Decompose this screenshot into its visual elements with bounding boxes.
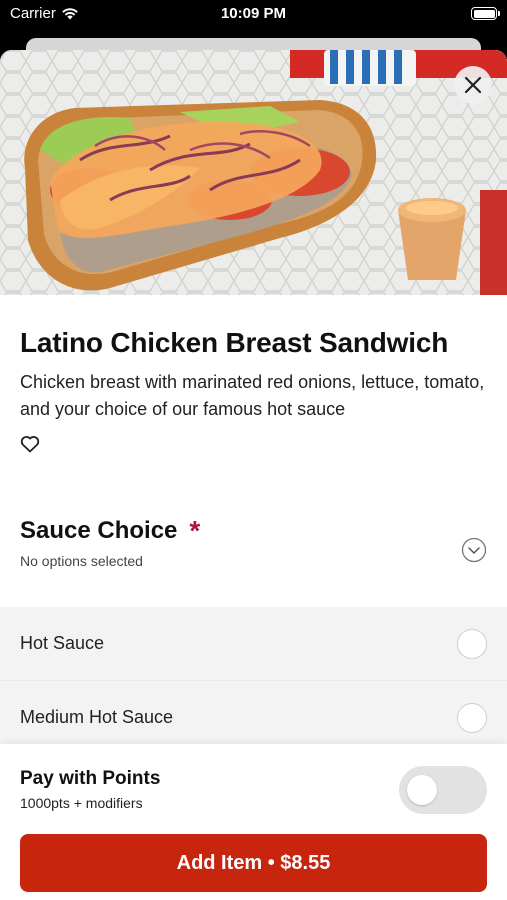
chevron-down-circle-icon bbox=[461, 537, 487, 563]
close-icon bbox=[464, 76, 482, 94]
order-footer: Pay with Points 1000pts + modifiers Add … bbox=[0, 744, 507, 900]
collapse-toggle[interactable] bbox=[461, 537, 487, 563]
item-description: Chicken breast with marinated red onions… bbox=[20, 372, 485, 419]
radio-icon[interactable] bbox=[457, 629, 487, 659]
pay-with-points-toggle[interactable] bbox=[399, 766, 487, 814]
sauce-choice-status: No options selected bbox=[20, 553, 143, 569]
add-item-button[interactable]: Add Item • $8.55 bbox=[20, 834, 487, 892]
sauce-choice-label: Sauce Choice bbox=[20, 517, 178, 544]
required-indicator: * bbox=[189, 515, 201, 546]
option-label: Medium Hot Sauce bbox=[20, 707, 174, 727]
heart-icon bbox=[20, 436, 40, 453]
item-title: Latino Chicken Breast Sandwich bbox=[20, 327, 449, 358]
pay-with-points-cost: 1000pts + modifiers bbox=[20, 795, 143, 811]
sauce-choice-header[interactable]: Sauce Choice * No options selected bbox=[20, 517, 487, 587]
status-bar: Carrier 10:09 PM bbox=[0, 0, 507, 30]
sauce-options-list: Hot Sauce Medium Hot Sauce bbox=[0, 607, 507, 757]
battery-icon bbox=[471, 7, 500, 20]
sauce-option-hot[interactable]: Hot Sauce bbox=[0, 607, 507, 681]
option-label: Hot Sauce bbox=[20, 633, 105, 653]
clock: 10:09 PM bbox=[220, 5, 287, 22]
pay-with-points-title: Pay with Points bbox=[20, 768, 161, 789]
radio-icon[interactable] bbox=[457, 703, 487, 733]
item-photo bbox=[0, 50, 507, 295]
sauce-choice-title: Sauce Choice * bbox=[20, 517, 487, 545]
toggle-knob bbox=[407, 775, 437, 805]
favorite-button[interactable] bbox=[20, 435, 42, 457]
close-button[interactable] bbox=[454, 66, 492, 104]
item-detail-sheet: Latino Chicken Breast Sandwich Chicken b… bbox=[0, 50, 507, 900]
